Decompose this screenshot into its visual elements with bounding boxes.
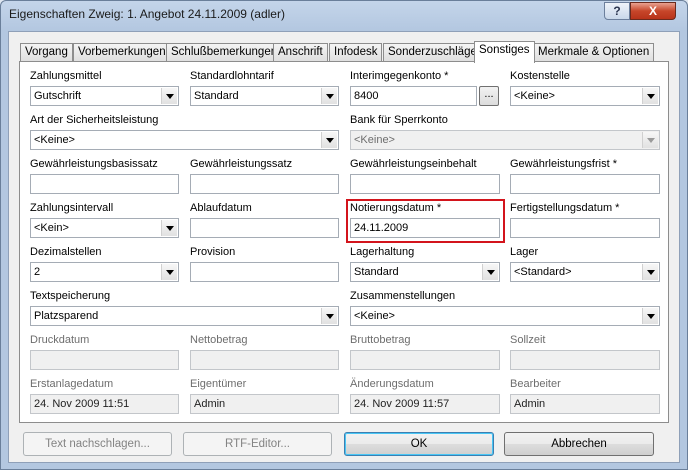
- gewaehrleistungsfrist-input[interactable]: [510, 174, 660, 194]
- standardlohntarif-select[interactable]: Standard: [190, 86, 339, 106]
- chevron-down-icon[interactable]: [321, 308, 337, 324]
- erstanlagedatum-field: 24. Nov 2009 11:51: [30, 394, 179, 414]
- interimgegenkonto-label: Interimgegenkonto *: [350, 70, 449, 82]
- chevron-down-icon[interactable]: [161, 88, 177, 104]
- bearbeiter-field: Admin: [510, 394, 660, 414]
- chevron-down-icon[interactable]: [321, 88, 337, 104]
- standardlohntarif-label: Standardlohntarif: [190, 70, 274, 82]
- chevron-down-icon[interactable]: [642, 88, 658, 104]
- dialog-window: Eigenschaften Zweig: 1. Angebot 24.11.20…: [0, 0, 688, 470]
- kostenstelle-select[interactable]: <Keine>: [510, 86, 660, 106]
- lagerhaltung-select[interactable]: Standard: [350, 262, 500, 282]
- kostenstelle-value: <Keine>: [514, 90, 555, 102]
- chevron-down-icon[interactable]: [482, 264, 498, 280]
- notierungsdatum-input[interactable]: 24.11.2009: [350, 218, 500, 238]
- zusammenstellungen-label: Zusammenstellungen: [350, 290, 456, 302]
- rtf-editor-button: RTF-Editor...: [183, 432, 332, 456]
- provision-label: Provision: [190, 246, 236, 258]
- tab-anschrift[interactable]: Anschrift: [273, 43, 328, 62]
- gewaehrleistungseinbehalt-input[interactable]: [350, 174, 500, 194]
- lagerhaltung-label: Lagerhaltung: [350, 246, 415, 258]
- fertigstellungsdatum-label: Fertigstellungsdatum *: [510, 202, 620, 214]
- window-title: Eigenschaften Zweig: 1. Angebot 24.11.20…: [9, 7, 285, 21]
- kostenstelle-label: Kostenstelle: [510, 70, 570, 82]
- interimgegenkonto-input[interactable]: 8400: [350, 86, 477, 106]
- notierungsdatum-label: Notierungsdatum *: [350, 202, 442, 214]
- zahlungsmittel-value: Gutschrift: [34, 90, 82, 102]
- tab-panel-sonstiges: Zahlungsmittel Gutschrift Standardlohnta…: [19, 61, 669, 423]
- lager-label: Lager: [510, 246, 539, 258]
- tab-schlussbemerkungen[interactable]: Schlußbemerkungen: [166, 43, 283, 62]
- nettobetrag-label: Nettobetrag: [190, 334, 248, 346]
- erstanlagedatum-label: Erstanlagedatum: [30, 378, 114, 390]
- druckdatum-label: Druckdatum: [30, 334, 90, 346]
- title-bar[interactable]: Eigenschaften Zweig: 1. Angebot 24.11.20…: [1, 1, 687, 29]
- zusammenstellungen-select[interactable]: <Keine>: [350, 306, 660, 326]
- textspeicherung-label: Textspeicherung: [30, 290, 111, 302]
- bearbeiter-label: Bearbeiter: [510, 378, 561, 390]
- chevron-down-icon[interactable]: [161, 264, 177, 280]
- sperrkonto-select: <Keine>: [350, 130, 660, 150]
- chevron-down-icon[interactable]: [642, 264, 658, 280]
- zahlungsmittel-select[interactable]: Gutschrift: [30, 86, 179, 106]
- druckdatum-field: [30, 350, 179, 370]
- gewaehrleistungssatz-label: Gewährleistungssatz: [190, 158, 293, 170]
- ok-button[interactable]: OK: [344, 432, 494, 456]
- zahlungsintervall-label: Zahlungsintervall: [30, 202, 114, 214]
- sperrkonto-label: Bank für Sperrkonto: [350, 114, 448, 126]
- nettobetrag-field: [190, 350, 339, 370]
- sollzeit-label: Sollzeit: [510, 334, 546, 346]
- textspeicherung-value: Platzsparend: [34, 310, 99, 322]
- tab-vorbemerkungen[interactable]: Vorbemerkungen: [73, 43, 171, 62]
- help-button[interactable]: ?: [604, 2, 630, 20]
- ablaufdatum-input[interactable]: [190, 218, 339, 238]
- chevron-down-icon[interactable]: [642, 308, 658, 324]
- dezimalstellen-label: Dezimalstellen: [30, 246, 102, 258]
- close-button[interactable]: X: [630, 2, 676, 20]
- abbrechen-button[interactable]: Abbrechen: [504, 432, 654, 456]
- aenderungsdatum-label: Änderungsdatum: [350, 378, 434, 390]
- gewaehrleistungsbasissatz-label: Gewährleistungsbasissatz: [30, 158, 158, 170]
- textspeicherung-select[interactable]: Platzsparend: [30, 306, 339, 326]
- gewaehrleistungssatz-input[interactable]: [190, 174, 339, 194]
- zahlungsmittel-label: Zahlungsmittel: [30, 70, 102, 82]
- eigentuemer-label: Eigentümer: [190, 378, 247, 390]
- sicherheitsleistung-label: Art der Sicherheitsleistung: [30, 114, 159, 126]
- dezimalstellen-select[interactable]: 2: [30, 262, 179, 282]
- gewaehrleistungseinbehalt-label: Gewährleistungseinbehalt: [350, 158, 477, 170]
- interimgegenkonto-browse-button[interactable]: ...: [479, 86, 499, 106]
- dezimalstellen-value: 2: [34, 266, 41, 278]
- lager-select[interactable]: <Standard>: [510, 262, 660, 282]
- aenderungsdatum-field: 24. Nov 2009 11:57: [350, 394, 500, 414]
- chevron-down-icon: [642, 132, 658, 148]
- bruttobetrag-field: [350, 350, 500, 370]
- ablaufdatum-label: Ablaufdatum: [190, 202, 252, 214]
- bruttobetrag-label: Bruttobetrag: [350, 334, 411, 346]
- standardlohntarif-value: Standard: [194, 90, 239, 102]
- dialog-client-area: Vorgang Vorbemerkungen Schlußbemerkungen…: [8, 31, 680, 463]
- zahlungsintervall-value: <Kein>: [34, 222, 69, 234]
- tab-sonstiges[interactable]: Sonstiges: [474, 41, 535, 63]
- fertigstellungsdatum-input[interactable]: [510, 218, 660, 238]
- sperrkonto-value: <Keine>: [354, 134, 395, 146]
- tab-sonderzuschlaege[interactable]: Sonderzuschläge: [383, 43, 482, 62]
- zahlungsintervall-select[interactable]: <Kein>: [30, 218, 179, 238]
- eigentuemer-field: Admin: [190, 394, 339, 414]
- zusammenstellungen-value: <Keine>: [354, 310, 395, 322]
- text-nachschlagen-button: Text nachschlagen...: [23, 432, 172, 456]
- tab-infodesk[interactable]: Infodesk: [329, 43, 383, 62]
- provision-input[interactable]: [190, 262, 339, 282]
- gewaehrleistungsfrist-label: Gewährleistungsfrist *: [510, 158, 617, 170]
- chevron-down-icon[interactable]: [161, 220, 177, 236]
- sicherheitsleistung-select[interactable]: <Keine>: [30, 130, 339, 150]
- sollzeit-field: [510, 350, 660, 370]
- tab-vorgang[interactable]: Vorgang: [20, 43, 73, 62]
- gewaehrleistungsbasissatz-input[interactable]: [30, 174, 179, 194]
- lagerhaltung-value: Standard: [354, 266, 399, 278]
- lager-value: <Standard>: [514, 266, 572, 278]
- sicherheitsleistung-value: <Keine>: [34, 134, 75, 146]
- tab-merkmale-optionen[interactable]: Merkmale & Optionen: [533, 43, 655, 62]
- chevron-down-icon[interactable]: [321, 132, 337, 148]
